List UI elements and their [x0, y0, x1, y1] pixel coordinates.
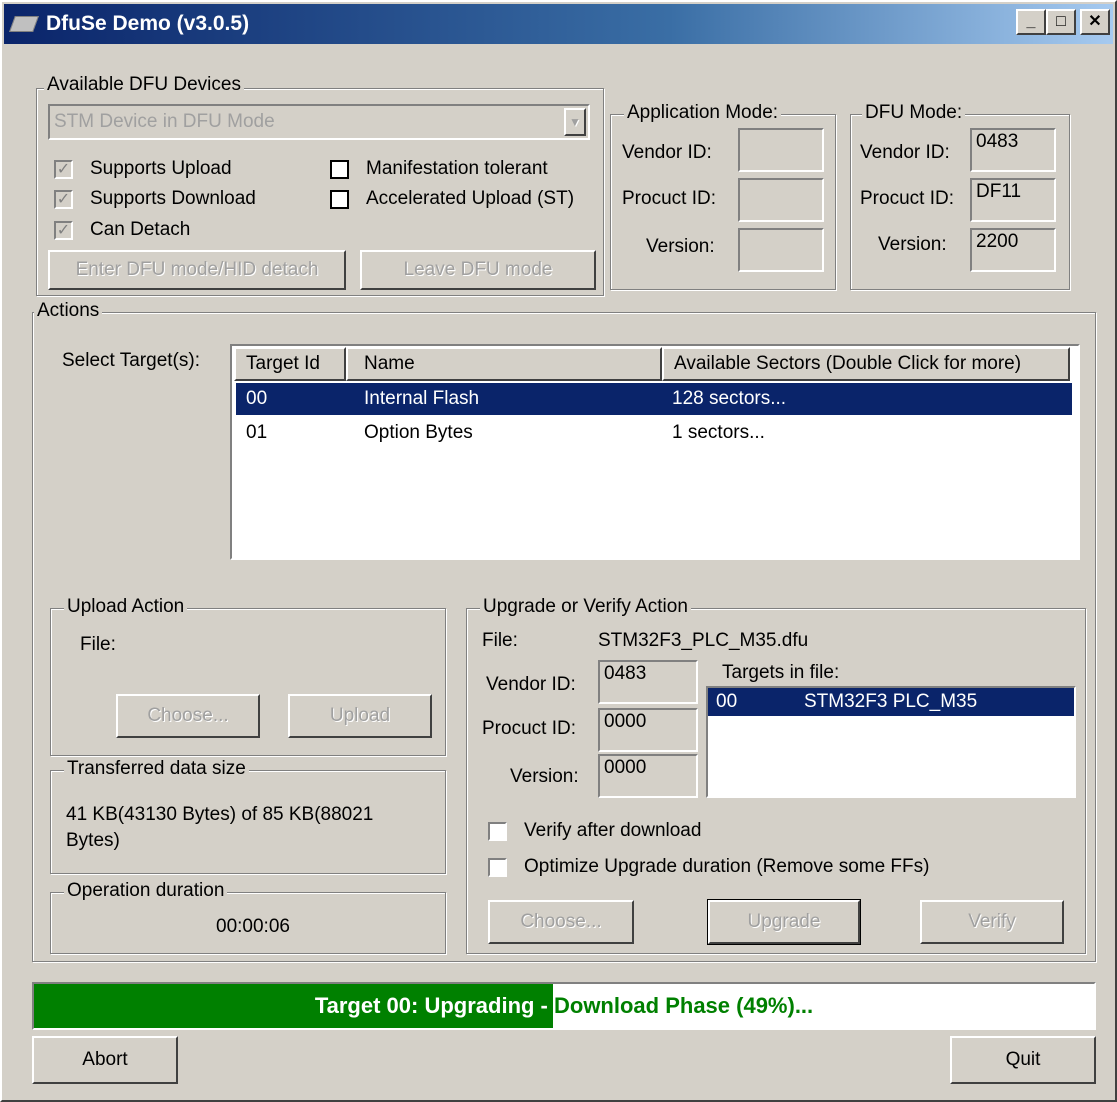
chevron-down-icon: ▼ — [569, 115, 581, 129]
verify-after-download-label: Verify after download — [524, 820, 702, 841]
operation-duration-label: Operation duration — [64, 880, 228, 902]
upgrade-product-id-field: 0000 — [598, 708, 698, 752]
progress-bar: Target 00: Upgrading - Download Phase (4… — [32, 982, 1096, 1030]
accelerated-upload-label: Accelerated Upload (ST) — [366, 188, 575, 209]
dfu-product-id-label: Procuct ID: — [860, 188, 954, 209]
enter-dfu-mode-button[interactable]: Enter DFU mode/HID detach — [48, 250, 346, 290]
optimize-upgrade-label: Optimize Upgrade duration (Remove some F… — [524, 856, 930, 877]
device-select[interactable]: STM Device in DFU Mode — [48, 104, 590, 140]
progress-text-overlay: Target 00: Upgrading - Download Phase (4… — [314, 993, 554, 1018]
device-select-value: STM Device in DFU Mode — [54, 111, 275, 132]
app-version-label: Version: — [646, 236, 715, 257]
supports-upload-checkbox[interactable]: ✓ — [54, 160, 73, 179]
verify-after-download-checkbox[interactable] — [488, 822, 507, 841]
close-icon: ✕ — [1088, 13, 1102, 30]
upgrade-vendor-id-label: Vendor ID: — [486, 674, 576, 695]
title-bar: DfuSe Demo (v3.0.5) — [4, 4, 1113, 44]
dfu-mode-label: DFU Mode: — [862, 102, 966, 124]
table-row[interactable]: 01 Option Bytes 1 sectors... — [236, 417, 1072, 449]
supports-download-label: Supports Download — [90, 188, 256, 209]
app-vendor-id-field — [738, 128, 824, 172]
app-vendor-id-label: Vendor ID: — [622, 142, 712, 163]
can-detach-label: Can Detach — [90, 219, 191, 240]
upgrade-version-field: 0000 — [598, 754, 698, 798]
column-header-name[interactable]: Name — [346, 347, 662, 381]
row-sectors: 1 sectors... — [672, 422, 765, 443]
dfu-version-label: Version: — [878, 234, 947, 255]
targets-in-file-list[interactable]: 00 STM32F3 PLC_M35 — [706, 686, 1076, 798]
row-name: Option Bytes — [364, 422, 473, 443]
target-file-id: 00 — [716, 691, 738, 712]
upgrade-file-label: File: — [482, 630, 518, 651]
upgrade-file-value: STM32F3_PLC_M35.dfu — [598, 630, 809, 651]
supports-download-checkbox[interactable]: ✓ — [54, 190, 73, 209]
available-devices-label: Available DFU Devices — [44, 74, 244, 96]
app-icon — [9, 16, 39, 32]
operation-duration-value: 00:00:06 — [216, 916, 290, 937]
target-file-name: STM32F3 PLC_M35 — [804, 691, 978, 712]
app-version-field — [738, 228, 824, 272]
maximize-icon: □ — [1056, 13, 1066, 30]
select-target-label: Select Target(s): — [62, 350, 200, 371]
dfu-vendor-id-label: Vendor ID: — [860, 142, 950, 163]
row-target-id: 00 — [246, 388, 268, 409]
leave-dfu-mode-button[interactable]: Leave DFU mode — [360, 250, 596, 290]
abort-button[interactable]: Abort — [32, 1036, 178, 1084]
dfu-vendor-id-field: 0483 — [970, 128, 1056, 172]
targets-in-file-label: Targets in file: — [722, 662, 840, 683]
dfu-version-field: 2200 — [970, 228, 1056, 272]
transferred-size-value: 41 KB(43130 Bytes) of 85 KB(88021 Bytes) — [66, 804, 374, 851]
upgrade-choose-button[interactable]: Choose... — [488, 900, 634, 944]
dfu-product-id-field: DF11 — [970, 178, 1056, 222]
upgrade-verify-label: Upgrade or Verify Action — [480, 596, 691, 618]
can-detach-checkbox[interactable]: ✓ — [54, 221, 73, 240]
column-header-target-id[interactable]: Target Id — [234, 347, 346, 381]
app-product-id-field — [738, 178, 824, 222]
manifestation-tolerant-checkbox[interactable] — [330, 160, 349, 179]
window-title: DfuSe Demo (v3.0.5) — [46, 12, 250, 35]
actions-label: Actions — [34, 300, 103, 322]
upload-choose-button[interactable]: Choose... — [116, 694, 260, 738]
close-button[interactable]: ✕ — [1080, 9, 1110, 35]
verify-button[interactable]: Verify — [920, 900, 1064, 944]
supports-upload-label: Supports Upload — [90, 158, 232, 179]
upgrade-product-id-label: Procuct ID: — [482, 718, 576, 739]
upload-action-label: Upload Action — [64, 596, 188, 618]
list-item[interactable]: 00 STM32F3 PLC_M35 — [708, 688, 1074, 716]
app-product-id-label: Procuct ID: — [622, 188, 716, 209]
minimize-icon: _ — [1026, 13, 1036, 30]
manifestation-tolerant-label: Manifestation tolerant — [366, 158, 548, 179]
upload-file-label: File: — [80, 634, 116, 655]
table-row[interactable]: 00 Internal Flash 128 sectors... — [236, 383, 1072, 415]
upload-button[interactable]: Upload — [288, 694, 432, 738]
row-target-id: 01 — [246, 422, 268, 443]
quit-button[interactable]: Quit — [950, 1036, 1096, 1084]
row-name: Internal Flash — [364, 388, 480, 409]
row-sectors: 128 sectors... — [672, 388, 787, 409]
column-header-sectors[interactable]: Available Sectors (Double Click for more… — [662, 347, 1070, 381]
transferred-size-label: Transferred data size — [64, 758, 249, 780]
upgrade-button[interactable]: Upgrade — [707, 899, 861, 945]
device-select-dropdown[interactable]: ▼ — [564, 108, 586, 136]
upgrade-vendor-id-field: 0483 — [598, 660, 698, 704]
accelerated-upload-checkbox[interactable] — [330, 190, 349, 209]
application-mode-label: Application Mode: — [624, 102, 782, 124]
minimize-button[interactable]: _ — [1016, 9, 1046, 35]
optimize-upgrade-checkbox[interactable] — [488, 858, 507, 877]
upgrade-version-label: Version: — [510, 766, 579, 787]
maximize-button[interactable]: □ — [1046, 9, 1076, 35]
